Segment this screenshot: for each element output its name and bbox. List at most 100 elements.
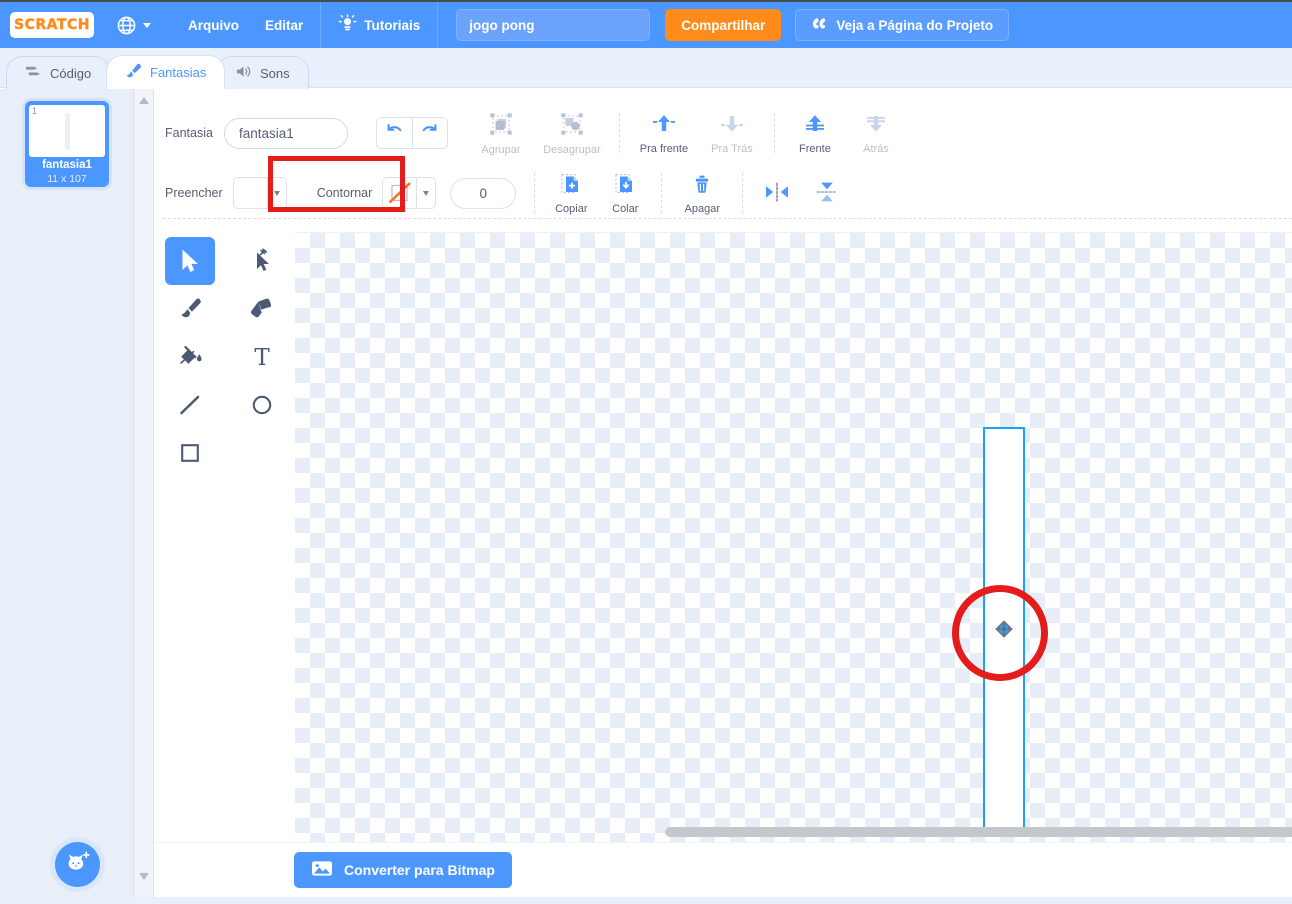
front-button[interactable]: Frente bbox=[786, 112, 844, 155]
scratch-logo-text: SCRATCH bbox=[14, 17, 90, 33]
rect-tool[interactable] bbox=[165, 429, 215, 477]
back-icon bbox=[863, 112, 889, 139]
add-costume-button[interactable] bbox=[55, 842, 100, 887]
stroke-color-control[interactable] bbox=[382, 177, 437, 209]
paint-toolbar-row-2: Preencher Contornar 0 Copiar Colar Apaga… bbox=[155, 164, 1292, 222]
paint-bucket-icon bbox=[180, 345, 202, 364]
costume-list-scrollbar[interactable] bbox=[134, 89, 154, 904]
stroke-label: Contornar bbox=[316, 186, 373, 200]
fill-color-swatch[interactable] bbox=[232, 177, 267, 209]
tab-codigo-label: Código bbox=[50, 65, 92, 81]
stroke-color-dropdown[interactable] bbox=[416, 177, 437, 209]
menu-item-tutorials-label: Tutoriais bbox=[364, 17, 421, 33]
costume-size-label: 11 x 107 bbox=[47, 173, 87, 185]
redo-button[interactable] bbox=[411, 117, 448, 149]
chevron-down-icon bbox=[423, 190, 430, 196]
group-button-label: Agrupar bbox=[481, 143, 521, 156]
forward-button[interactable]: Pra frente bbox=[631, 112, 697, 155]
lightbulb-icon bbox=[338, 14, 357, 36]
menu-item-file[interactable]: Arquivo bbox=[175, 2, 252, 48]
text-tool[interactable]: T bbox=[237, 333, 287, 381]
see-project-page-label: Veja a Página do Projeto bbox=[836, 17, 994, 33]
select-tool[interactable] bbox=[165, 237, 215, 285]
fill-tool[interactable] bbox=[165, 333, 215, 381]
canvas-horizontal-scrollbar[interactable] bbox=[665, 827, 1292, 837]
menu-divider-2 bbox=[437, 2, 439, 48]
delete-button-label: Apagar bbox=[684, 202, 721, 215]
costume-list-panel: 1 fantasia1 11 x 107 bbox=[0, 89, 134, 904]
eraser-icon bbox=[251, 298, 272, 318]
svg-text:T: T bbox=[254, 345, 270, 370]
code-icon bbox=[25, 64, 42, 82]
backward-button: Pra Trás bbox=[701, 112, 763, 155]
bitmap-image-icon bbox=[311, 859, 333, 881]
flip-vertical-button[interactable] bbox=[804, 180, 850, 207]
tab-sons[interactable]: Sons bbox=[216, 56, 309, 89]
ungroup-icon bbox=[559, 111, 585, 140]
annotation-highlight-circle bbox=[952, 585, 1048, 681]
paste-button-label: Colar bbox=[612, 202, 639, 215]
chevron-down-icon bbox=[273, 190, 280, 196]
reshape-tool[interactable] bbox=[237, 237, 287, 285]
convert-to-bitmap-button[interactable]: Converter para Bitmap bbox=[294, 852, 512, 888]
menu-item-tutorials[interactable]: Tutoriais bbox=[325, 2, 433, 48]
reshape-icon bbox=[257, 248, 269, 271]
scroll-down-icon[interactable] bbox=[139, 873, 149, 880]
costume-thumbnail: 1 bbox=[29, 105, 105, 157]
menu-item-edit[interactable]: Editar bbox=[252, 2, 316, 48]
ungroup-button: Desagrupar bbox=[536, 111, 608, 156]
paste-button[interactable]: Colar bbox=[600, 172, 650, 215]
tab-fantasias[interactable]: Fantasias bbox=[106, 55, 226, 89]
copy-button[interactable]: Copiar bbox=[546, 172, 596, 215]
share-button[interactable]: Compartilhar bbox=[665, 9, 782, 41]
text-icon: T bbox=[254, 345, 270, 370]
scroll-up-icon[interactable] bbox=[139, 97, 149, 104]
no-color-diagonal-icon bbox=[388, 182, 411, 204]
delete-button[interactable]: Apagar bbox=[673, 172, 731, 215]
tab-sons-label: Sons bbox=[260, 65, 290, 81]
tab-codigo[interactable]: Código bbox=[6, 56, 111, 89]
costume-index: 1 bbox=[32, 106, 38, 116]
scratch-logo[interactable]: SCRATCH bbox=[10, 12, 94, 38]
costume-list-item[interactable]: 1 fantasia1 11 x 107 bbox=[25, 101, 109, 187]
undo-icon bbox=[384, 122, 404, 145]
copy-icon bbox=[559, 172, 583, 199]
project-name-input[interactable]: jogo pong bbox=[456, 9, 651, 41]
backward-icon bbox=[719, 112, 745, 139]
line-tool[interactable] bbox=[165, 381, 215, 429]
speaker-icon bbox=[235, 64, 252, 82]
flip-horizontal-button[interactable] bbox=[754, 180, 800, 207]
chevron-down-icon bbox=[143, 22, 151, 28]
paint-editor: Fantasia fantasia1 Agrupar Desagrupar Pr… bbox=[155, 89, 1292, 904]
back-button: Atrás bbox=[848, 112, 904, 155]
fill-color-dropdown[interactable] bbox=[266, 177, 287, 209]
front-icon bbox=[802, 112, 828, 139]
eraser-tool[interactable] bbox=[237, 285, 287, 333]
backward-button-label: Pra Trás bbox=[711, 142, 753, 155]
brush-tool[interactable] bbox=[165, 285, 215, 333]
paint-toolbar-row-1: Fantasia fantasia1 Agrupar Desagrupar Pr… bbox=[155, 104, 1292, 162]
copy-button-label: Copiar bbox=[555, 202, 588, 215]
paint-canvas[interactable] bbox=[295, 232, 1292, 842]
toolbar-divider-2 bbox=[773, 113, 775, 153]
circle-tool[interactable] bbox=[237, 381, 287, 429]
menu-bar: SCRATCH Arquivo Editar Tutoriais jogo po… bbox=[0, 2, 1292, 48]
scratch-costume-editor: SCRATCH Arquivo Editar Tutoriais jogo po… bbox=[0, 0, 1292, 904]
see-project-page-button[interactable]: Veja a Página do Projeto bbox=[795, 9, 1010, 41]
undo-button[interactable] bbox=[375, 117, 412, 149]
paint-tool-palette: T bbox=[165, 237, 285, 477]
stroke-color-swatch[interactable] bbox=[382, 177, 417, 209]
flip-horizontal-icon bbox=[763, 180, 791, 207]
fill-color-control[interactable] bbox=[232, 177, 287, 209]
costume-name-input[interactable]: fantasia1 bbox=[223, 117, 348, 149]
stroke-width-input[interactable]: 0 bbox=[450, 177, 517, 209]
paintbrush-icon bbox=[125, 63, 142, 82]
arrow-cursor-icon bbox=[182, 249, 198, 272]
ungroup-button-label: Desagrupar bbox=[543, 143, 601, 156]
group-button: Agrupar bbox=[470, 111, 532, 156]
redo-icon bbox=[420, 122, 440, 145]
language-selector[interactable] bbox=[108, 2, 159, 48]
flip-vertical-icon bbox=[813, 180, 841, 207]
costume-field-label: Fantasia bbox=[165, 126, 213, 140]
toolbar-divider-4 bbox=[661, 173, 663, 213]
